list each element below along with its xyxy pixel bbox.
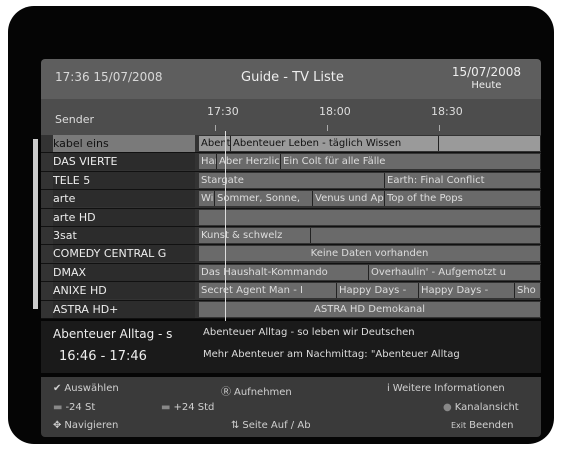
channel-name: ASTRA HD+ [53, 300, 195, 318]
exit-label: Beenden [469, 420, 514, 431]
current-datetime: 17:36 15/07/2008 [55, 70, 163, 84]
guide-header: 17:36 15/07/2008 Guide - TV Liste 15/07/… [41, 59, 541, 99]
scrollbar[interactable] [33, 139, 38, 309]
channel-name: 3sat [53, 226, 195, 244]
channel-name: COMEDY CENTRAL G [53, 245, 195, 263]
dpad-icon: ✥ [53, 420, 62, 431]
blue-key-icon: ● [443, 402, 452, 413]
programme-cell[interactable]: Abenteu [199, 136, 231, 151]
select-label: Auswählen [64, 383, 119, 394]
red-key-icon: ▬ [53, 402, 63, 413]
programme-cell[interactable]: Secret Agent Man - I [199, 283, 337, 299]
programme-cell[interactable]: Venus und Ap [313, 191, 385, 207]
programme-cell[interactable]: Earth: Final Conflict [385, 172, 541, 188]
programme-cell[interactable] [311, 227, 541, 243]
channel-grid: kabel eins Abenteu Abenteuer Leben - täg… [41, 135, 541, 319]
programme-description: Abenteuer Alltag - so leben wir Deutsche… [203, 327, 415, 338]
programme-cell[interactable] [199, 209, 541, 225]
record-icon: Ⓡ [221, 387, 231, 398]
guide-date: 15/07/2008 Heute [452, 65, 521, 93]
channel-row[interactable]: arte HD [41, 208, 541, 227]
channel-view-hint[interactable]: ● Kanalansicht [443, 402, 519, 413]
exit-key-icon: Exit [451, 421, 467, 430]
channel-row[interactable]: DAS VIERTE Har Aber Herzlic Ein Colt für… [41, 153, 541, 172]
page-title: Guide - TV Liste [241, 70, 344, 85]
day-label: Heute [471, 80, 502, 91]
minus24-label: -24 St [65, 402, 96, 413]
channel-row[interactable]: DMAX Das Haushalt-Kommando Overhaulin' -… [41, 263, 541, 283]
channel-view-label: Kanalansicht [454, 402, 519, 413]
time-tick [327, 125, 328, 131]
plus24-hint[interactable]: ▬ +24 Std [161, 402, 214, 413]
date-value: 15/07/2008 [451, 65, 521, 79]
green-key-icon: ▬ [161, 402, 171, 413]
channel-name: DAS VIERTE [53, 153, 195, 171]
channel-row[interactable]: ANIXE HD Secret Agent Man - I Happy Days… [41, 282, 541, 301]
channel-row[interactable]: ASTRA HD+ ASTRA HD Demokanal [41, 300, 541, 319]
channel-row[interactable]: kabel eins Abenteu Abenteuer Leben - täg… [41, 135, 541, 154]
time-label: 18:30 [431, 105, 463, 118]
programme-cell[interactable]: Happy Days - [337, 283, 419, 299]
current-time-line [225, 131, 226, 321]
programme-cell[interactable]: ASTRA HD Demokanal [199, 301, 541, 317]
page-hint[interactable]: ⇅ Seite Auf / Ab [231, 420, 311, 431]
record-hint[interactable]: Ⓡ Aufnehmen [221, 383, 292, 398]
info-hint[interactable]: i Weitere Informationen [387, 383, 505, 394]
time-tick [439, 125, 440, 131]
timeline-bar: Sender 17:30 18:00 18:30 [41, 99, 541, 135]
programme-cell[interactable]: Wi [199, 191, 215, 207]
channel-row[interactable]: arte Wi Sommer, Sonne, Venus und Ap Top … [41, 190, 541, 209]
key-help-bar: ✔ Auswählen Ⓡ Aufnehmen i Weitere Informati… [41, 377, 541, 437]
programme-cell[interactable]: Happy Days - [419, 283, 515, 299]
programme-cell[interactable]: Abenteuer Leben - täglich Wissen [231, 136, 439, 151]
info-icon: i [387, 383, 390, 394]
programme-cell[interactable]: Kunst & schwelz [199, 227, 311, 243]
programme-cell[interactable]: Stargate [199, 172, 385, 188]
page-label: Seite Auf / Ab [242, 420, 311, 431]
tv-bezel: 17:36 15/07/2008 Guide - TV Liste 15/07/… [8, 6, 554, 444]
exit-hint[interactable]: Exit Beenden [451, 420, 514, 431]
navigate-label: Navigieren [64, 420, 119, 431]
channel-name: kabel eins [53, 135, 195, 152]
programme-cell[interactable]: Har [199, 154, 217, 170]
channel-name: arte HD [53, 208, 195, 226]
channel-name: DMAX [53, 263, 195, 281]
record-label: Aufnehmen [234, 387, 292, 398]
checkmark-icon: ✔ [53, 383, 62, 394]
programme-info: Abenteuer Alltag - s 16:46 - 17:46 Abent… [41, 321, 541, 373]
channel-row[interactable]: COMEDY CENTRAL G Keine Daten vorhanden [41, 245, 541, 264]
channel-row[interactable]: 3sat Kunst & schwelz [41, 226, 541, 246]
page-updown-icon: ⇅ [231, 420, 240, 431]
channel-row[interactable]: TELE 5 Stargate Earth: Final Conflict [41, 171, 541, 191]
select-hint[interactable]: ✔ Auswählen [53, 383, 119, 394]
channel-name: ANIXE HD [53, 282, 195, 300]
programme-cell[interactable]: Ein Colt für alle Fälle [281, 154, 541, 170]
programme-cell[interactable]: Overhaulin' - Aufgemotzt u [369, 264, 541, 280]
programme-description-more: Mehr Abenteuer am Nachmittag: "Abenteuer… [203, 349, 460, 360]
plus24-label: +24 Std [173, 402, 215, 413]
navigate-hint[interactable]: ✥ Navigieren [53, 420, 118, 431]
time-label: 18:00 [319, 105, 351, 118]
programme-cell[interactable]: Aber Herzlic [217, 154, 281, 170]
programme-cell[interactable]: Keine Daten vorhanden [199, 246, 541, 262]
minus24-hint[interactable]: ▬ -24 St [53, 402, 95, 413]
sender-column-label: Sender [55, 113, 94, 126]
time-label: 17:30 [207, 105, 239, 118]
programme-cell[interactable]: Sommer, Sonne, [215, 191, 313, 207]
programme-title: Abenteuer Alltag - s [53, 327, 173, 341]
programme-cell[interactable]: Sho [515, 283, 541, 299]
programme-cell[interactable] [439, 136, 541, 151]
programme-time: 16:46 - 17:46 [59, 349, 147, 364]
channel-name: arte [53, 190, 195, 208]
time-tick [215, 125, 216, 131]
info-label: Weitere Informationen [392, 383, 505, 394]
epg-screen: 17:36 15/07/2008 Guide - TV Liste 15/07/… [33, 59, 541, 439]
programme-cell[interactable]: Top of the Pops [385, 191, 541, 207]
channel-name: TELE 5 [53, 171, 195, 189]
